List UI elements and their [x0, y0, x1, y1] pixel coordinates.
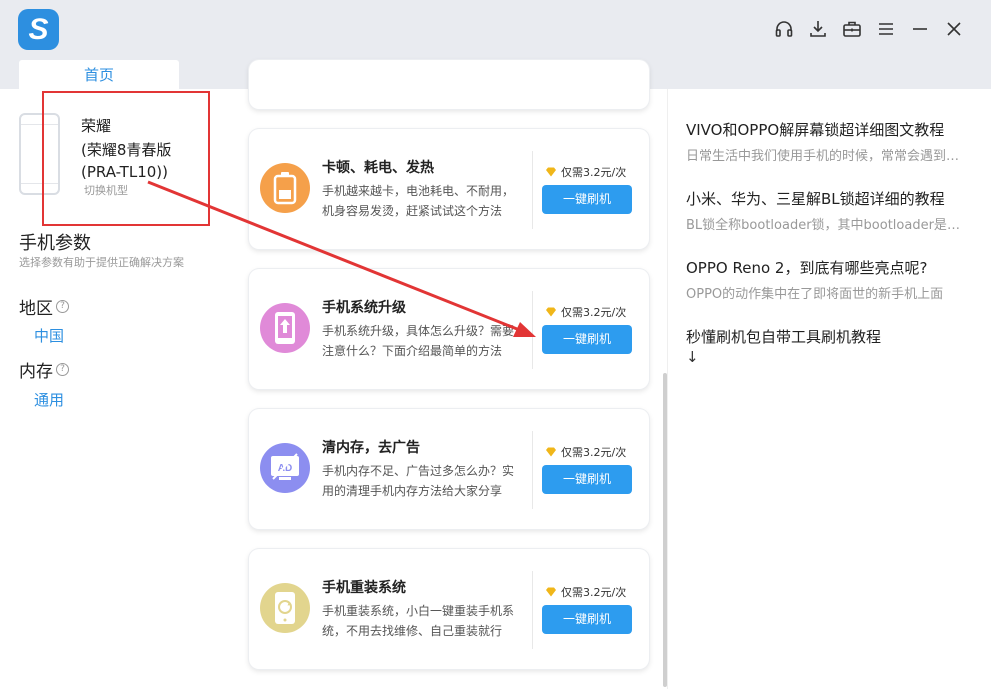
- article-item[interactable]: VIVO和OPPO解屏幕锁超详细图文教程 日常生活中我们使用手机的时候，常常会遇…: [686, 120, 966, 164]
- app-window: S 首页 荣耀 (荣耀8青春版(PRA-TL10)) 切换机型 手机参数 选择参…: [0, 0, 991, 689]
- article-item[interactable]: 秒懂刷机包自带工具刷机教程 ↓: [686, 327, 966, 366]
- region-label-text: 地区: [19, 299, 53, 319]
- one-click-flash-button[interactable]: 一键刷机: [542, 325, 632, 354]
- toolbox-icon[interactable]: [841, 18, 863, 40]
- article-summary: BL锁全称bootloader锁，其中bootloader是引导程序: [686, 218, 966, 233]
- price-tag: 仅需3.2元/次: [545, 164, 626, 180]
- card-desc: 手机越来越卡，电池耗电、不耐用，机身容易发烫，赶紧试试这个方法: [322, 184, 515, 218]
- annotation-highlight-box: [42, 91, 210, 226]
- memory-value[interactable]: 通用: [34, 389, 64, 410]
- app-logo: S: [18, 9, 59, 50]
- one-click-flash-button[interactable]: 一键刷机: [542, 185, 632, 214]
- close-icon[interactable]: [943, 18, 965, 40]
- headset-icon[interactable]: [773, 18, 795, 40]
- card-divider: [532, 151, 533, 229]
- memory-label: 内存 ?: [19, 357, 69, 382]
- article-title[interactable]: 秒懂刷机包自带工具刷机教程: [686, 327, 966, 347]
- params-subtitle: 选择参数有助于提供正确解决方案: [19, 256, 184, 269]
- price-tag: 仅需3.2元/次: [545, 584, 626, 600]
- region-value[interactable]: 中国: [34, 325, 64, 346]
- one-click-flash-button[interactable]: 一键刷机: [542, 605, 632, 634]
- panel-divider: [667, 89, 668, 689]
- memory-label-text: 内存: [19, 362, 53, 382]
- battery-icon: [260, 163, 310, 213]
- article-summary: 日常生活中我们使用手机的时候，常常会遇到忘记锁屏密码: [686, 149, 966, 164]
- article-title[interactable]: 小米、华为、三星解BL锁超详细的教程: [686, 189, 966, 209]
- service-card: 手机重装系统 手机重装系统，小白一键重装手机系统，不用去找维修、自己重装就行 仅…: [249, 549, 649, 669]
- card-divider: [532, 571, 533, 649]
- card-title: 手机重装系统: [322, 580, 406, 596]
- minimize-icon[interactable]: [909, 18, 931, 40]
- card-desc: 手机系统升级，具体怎么升级？需要注意什么？下面介绍最简单的方法: [322, 324, 515, 358]
- ad-block-icon: AD: [260, 443, 310, 493]
- diamond-icon: [546, 167, 556, 177]
- card-desc: 手机内存不足、广告过多怎么办？实用的清理手机内存方法给大家分享: [322, 464, 515, 498]
- price-tag: 仅需3.2元/次: [545, 444, 626, 460]
- price-tag: 仅需3.2元/次: [545, 304, 626, 320]
- one-click-flash-button[interactable]: 一键刷机: [542, 465, 632, 494]
- help-icon[interactable]: ?: [56, 363, 69, 376]
- card-title: 卡顿、耗电、发热: [322, 160, 434, 176]
- tab-home[interactable]: 首页: [19, 60, 179, 89]
- article-title[interactable]: OPPO Reno 2，到底有哪些亮点呢?: [686, 258, 966, 278]
- price-text: 仅需3.2元/次: [561, 586, 627, 599]
- article-summary: OPPO的动作集中在了即将面世的新手机上面: [686, 287, 944, 302]
- article-item[interactable]: OPPO Reno 2，到底有哪些亮点呢? OPPO的动作集中在了即将面世的新手…: [686, 258, 966, 302]
- price-text: 仅需3.2元/次: [561, 166, 627, 179]
- card-title: 清内存，去广告: [322, 440, 420, 456]
- diamond-icon: [546, 587, 556, 597]
- card-desc: 手机重装系统，小白一键重装手机系统，不用去找维修、自己重装就行: [322, 604, 515, 638]
- card-divider: [532, 431, 533, 509]
- download-icon[interactable]: [807, 18, 829, 40]
- card-divider: [532, 291, 533, 369]
- phone-reinstall-icon: [260, 583, 310, 633]
- menu-icon[interactable]: [875, 18, 897, 40]
- diamond-icon: [546, 307, 556, 317]
- service-card: 手机系统升级 手机系统升级，具体怎么升级？需要注意什么？下面介绍最简单的方法 仅…: [249, 269, 649, 389]
- params-title: 手机参数: [19, 233, 91, 254]
- diamond-icon: [546, 447, 556, 457]
- price-text: 仅需3.2元/次: [561, 306, 627, 319]
- price-text: 仅需3.2元/次: [561, 446, 627, 459]
- service-card: AD 清内存，去广告 手机内存不足、广告过多怎么办？实用的清理手机内存方法给大家…: [249, 409, 649, 529]
- article-item[interactable]: 小米、华为、三星解BL锁超详细的教程 BL锁全称bootloader锁，其中bo…: [686, 189, 966, 233]
- region-label: 地区 ?: [19, 294, 69, 319]
- phone-upgrade-icon: [260, 303, 310, 353]
- window-controls: [773, 18, 965, 40]
- service-card: 卡顿、耗电、发热 手机越来越卡，电池耗电、不耐用，机身容易发烫，赶紧试试这个方法…: [249, 129, 649, 249]
- service-card-partial: [249, 60, 649, 109]
- article-title[interactable]: VIVO和OPPO解屏幕锁超详细图文教程: [686, 120, 966, 140]
- help-icon[interactable]: ?: [56, 300, 69, 313]
- article-summary: ↓: [686, 348, 699, 366]
- card-title: 手机系统升级: [322, 300, 406, 316]
